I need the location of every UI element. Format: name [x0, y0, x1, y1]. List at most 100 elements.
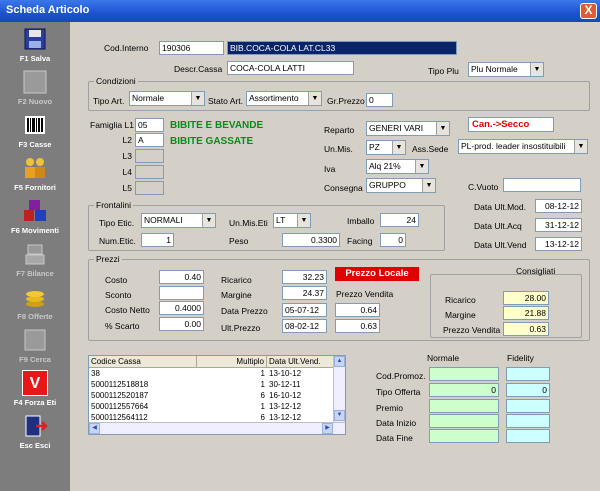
sconto-field[interactable]: [159, 286, 204, 300]
vertical-scrollbar[interactable]: ▲ ▼: [333, 356, 345, 422]
data-ult-acq-field[interactable]: 31-12-12: [535, 218, 582, 232]
consigliati-pv-field[interactable]: 0.63: [503, 322, 549, 336]
consigliati-ricarico-field[interactable]: 28.00: [503, 291, 549, 305]
bilance-button[interactable]: F7 Bilance: [2, 241, 68, 281]
list-item[interactable]: 5000112557664 1 13-12-12: [89, 401, 335, 412]
description-field[interactable]: BIB.COCA-COLA LAT.CL33: [227, 41, 457, 55]
peso-field[interactable]: 0.3300: [282, 233, 340, 247]
prezzi-title: Prezzi: [94, 254, 122, 264]
descr-cassa-field[interactable]: COCA-COLA LATTI: [227, 61, 354, 75]
scarto-field[interactable]: 0.00: [159, 317, 204, 331]
famiglia-l5-field[interactable]: [135, 181, 164, 195]
data-fine-fidelity-field[interactable]: [506, 429, 550, 443]
tipo-art-select[interactable]: Normale ▼: [129, 91, 205, 106]
col-data-ult-vend[interactable]: Data Ult.Vend.: [267, 356, 335, 368]
fidelity-header: Fidelity: [507, 353, 534, 363]
facing-field[interactable]: 0: [380, 233, 406, 247]
cerca-label: F9 Cerca: [19, 355, 51, 364]
famiglia-l1-label: Famiglia L1: [90, 120, 134, 130]
movimenti-button[interactable]: F6 Movimenti: [2, 198, 68, 238]
gr-prezzo-field[interactable]: 0: [366, 93, 393, 107]
tipo-plu-select[interactable]: Plu Normale ▼: [468, 62, 544, 77]
facing-label: Facing: [347, 236, 373, 246]
premio-normale-field[interactable]: [429, 399, 499, 413]
col-multiplo[interactable]: Multiplo: [197, 356, 267, 368]
premio-fidelity-field[interactable]: [506, 399, 550, 413]
sidebar: F1 Salva F2 Nuovo F3 Casse F5 Fornitori …: [0, 22, 70, 491]
famiglia-l2-field[interactable]: A: [135, 133, 164, 147]
tipo-etic-select[interactable]: NORMALI ▼: [141, 213, 216, 228]
data-fine-normale-field[interactable]: [429, 429, 499, 443]
list-item[interactable]: 5000112518818 1 30-12-11: [89, 379, 335, 390]
new-button[interactable]: F2 Nuovo: [2, 69, 68, 109]
movimenti-label: F6 Movimenti: [11, 226, 59, 235]
list-item[interactable]: 38 1 13-10-12: [89, 368, 335, 379]
prezzo-vendita-field-2[interactable]: 0.63: [335, 319, 380, 333]
ricarico-field[interactable]: 32.23: [282, 270, 327, 284]
costo-netto-field[interactable]: 0.4000: [159, 301, 204, 315]
chevron-down-icon: ▼: [308, 92, 321, 105]
unmis-value: PZ: [369, 142, 380, 152]
data-cell: 16-10-12: [269, 391, 302, 400]
iva-select[interactable]: Alq 21% ▼: [366, 159, 429, 174]
tipo-offerta-fidelity-field[interactable]: 0: [506, 383, 550, 397]
scroll-down-icon[interactable]: ▼: [334, 410, 345, 421]
stato-art-label: Stato Art.: [208, 96, 243, 106]
cod-interno-field[interactable]: 190306: [159, 41, 224, 55]
scroll-right-icon[interactable]: ▶: [322, 423, 333, 434]
costo-field[interactable]: 0.40: [159, 270, 204, 284]
codici-cassa-list[interactable]: Codice Cassa Multiplo Data Ult.Vend. 38 …: [88, 355, 346, 435]
barcode-icon: [25, 116, 45, 134]
ult-prezzo-field[interactable]: 08-02-12: [282, 319, 327, 333]
consigliati-margine-field[interactable]: 21.88: [503, 306, 549, 320]
cod-promoz-normale-field[interactable]: [429, 367, 499, 381]
fornitori-label: F5 Fornitori: [14, 183, 56, 192]
unmis-select[interactable]: PZ ▼: [366, 140, 406, 155]
data-ult-mod-label: Data Ult.Mod.: [474, 202, 526, 212]
unmis-eti-select[interactable]: LT ▼: [273, 213, 311, 228]
margine-label: Margine: [221, 290, 252, 300]
consigliati-ricarico-label: Ricarico: [445, 295, 476, 305]
save-button[interactable]: F1 Salva: [2, 26, 68, 66]
famiglia-l4-field[interactable]: [135, 165, 164, 179]
cod-promoz-fidelity-field[interactable]: [506, 367, 550, 381]
famiglia-l1-field[interactable]: 05: [135, 118, 164, 132]
imballo-field[interactable]: 24: [380, 213, 419, 227]
famiglia-l3-field[interactable]: [135, 149, 164, 163]
famiglia-l5-label: L5: [122, 183, 132, 193]
famiglia-l3-label: L3: [122, 151, 132, 161]
consegna-select[interactable]: GRUPPO ▼: [366, 178, 436, 193]
scroll-up-icon[interactable]: ▲: [334, 356, 345, 367]
cvuoto-field[interactable]: [503, 178, 581, 192]
forza-eti-button[interactable]: V F4 Forza Eti: [2, 370, 68, 410]
close-button[interactable]: X: [580, 3, 597, 19]
chevron-down-icon: ▼: [415, 160, 428, 173]
casse-button[interactable]: F3 Casse: [2, 112, 68, 152]
reparto-select[interactable]: GENERI VARI ▼: [366, 121, 450, 136]
save-label: F1 Salva: [19, 54, 51, 63]
data-inizio-fidelity-field[interactable]: [506, 414, 550, 428]
scroll-left-icon[interactable]: ◀: [89, 423, 100, 434]
cerca-button[interactable]: F9 Cerca: [2, 327, 68, 367]
data-inizio-normale-field[interactable]: [429, 414, 499, 428]
col-codice-cassa[interactable]: Codice Cassa: [89, 356, 197, 368]
data-ult-vend-field[interactable]: 13-12-12: [535, 237, 582, 251]
exit-button[interactable]: Esc Esci: [2, 413, 68, 453]
reparto-value: GENERI VARI: [369, 123, 424, 133]
margine-field[interactable]: 24.37: [282, 286, 327, 300]
codice-cell: 5000112557664: [91, 402, 149, 411]
data-ult-mod-field[interactable]: 08-12-12: [535, 199, 582, 213]
prezzo-vendita-field-1[interactable]: 0.64: [335, 303, 380, 317]
search-page-icon: [24, 329, 46, 351]
num-etic-field[interactable]: 1: [141, 233, 174, 247]
fornitori-button[interactable]: F5 Fornitori: [2, 155, 68, 195]
ass-sede-select[interactable]: PL-prod. leader insostituibili ▼: [458, 139, 588, 154]
stato-art-select[interactable]: Assortimento ▼: [246, 91, 322, 106]
offerte-button[interactable]: F8 Offerte: [2, 284, 68, 324]
ass-sede-label: Ass.Sede: [412, 144, 449, 154]
sconto-label: Sconto: [105, 290, 132, 300]
horizontal-scrollbar[interactable]: ◀ ▶: [89, 422, 345, 434]
tipo-offerta-normale-field[interactable]: 0: [429, 383, 499, 397]
list-item[interactable]: 5000112520187 6 16-10-12: [89, 390, 335, 401]
data-prezzo-field[interactable]: 05-07-12: [282, 303, 327, 317]
